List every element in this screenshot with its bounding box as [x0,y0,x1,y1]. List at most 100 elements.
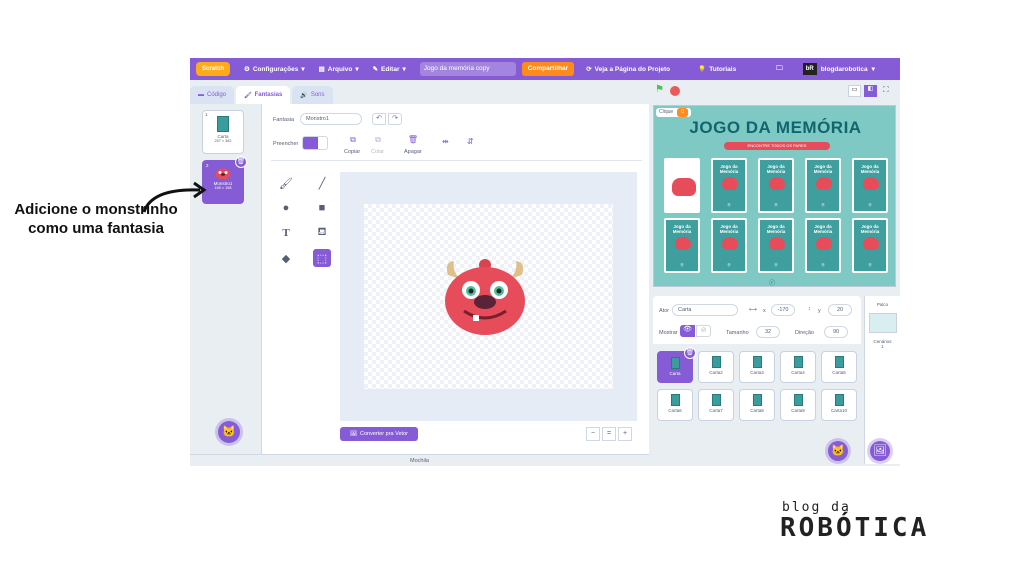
see-project-button[interactable]: ⟳ Veja a Página do Projeto [586,65,670,74]
undo-icon[interactable]: ↶ [372,113,386,125]
tutorials-button[interactable]: 💡 Tutoriais [698,65,736,74]
fill-tool-icon[interactable]: ⛾ [313,224,331,242]
zoom-in-button[interactable]: + [618,427,632,441]
stage-card[interactable]: Jogo da Memória Ⓡ [711,158,747,213]
monster-costume-image[interactable] [440,257,530,337]
choose-sprite-button[interactable]: 🐱 [828,441,848,461]
zoom-out-button[interactable]: − [586,427,600,441]
stage-card[interactable]: Jogo da Memória Ⓡ [805,158,841,213]
sprite-tile[interactable]: Carta2 [698,351,734,383]
sprite-name-input[interactable]: Carta [672,304,738,316]
rectangle-tool-icon[interactable]: ■ [313,199,331,217]
monster-face [675,237,691,250]
paste-button[interactable]: Colar [371,149,384,155]
line-tool-icon[interactable]: ╱ [313,174,331,192]
x-input[interactable]: -170 [771,304,795,316]
sprite-tile[interactable]: Carta8 [739,389,775,421]
choose-costume-button[interactable]: 🐱 [218,421,240,443]
circle-tool-icon[interactable]: ● [277,199,295,217]
green-flag-icon[interactable]: ⚑ [655,84,664,95]
divider [271,160,642,161]
choose-backdrop-button[interactable]: 🖼 [870,441,890,461]
delete-button[interactable]: Apagar [404,149,422,155]
drawing-canvas[interactable] [364,204,613,389]
costume-name-input[interactable]: Monstro1 [300,113,362,125]
my-stuff-button[interactable]: 🗀 [776,64,783,75]
select-tool-icon[interactable]: ⬚ [313,249,331,267]
convert-to-vector-button[interactable]: 🖼 Converter pra Vetor [340,427,418,441]
stage-card[interactable]: Jogo da Memória Ⓡ [758,158,794,213]
user-menu[interactable]: bR blogdarobotica ▾ [802,63,875,75]
trash-icon[interactable]: 🗑 [235,156,247,168]
stage-card[interactable]: Jogo da Memória Ⓡ [852,158,888,213]
show-eye-icon[interactable]: 👁 [680,325,695,337]
monster-face [816,237,832,250]
sprite-tile[interactable]: Carta3 [739,351,775,383]
share-button[interactable]: Compartilhar [521,62,575,76]
refresh-icon: ⟳ [586,66,592,73]
sprite-tile[interactable]: Carta9 [780,389,816,421]
backpack-bar[interactable]: Mochila [190,454,649,466]
annotation-arrow [142,181,207,213]
stage-card[interactable]: Jogo da Memória Ⓡ [805,218,841,273]
monster-face [863,237,879,250]
sprite-thumbnail [752,394,762,406]
tab-code[interactable]: ▬ Código [190,86,235,104]
sprite-tile[interactable]: Carta4 [780,351,816,383]
paste-icon[interactable]: ⧉ [370,135,386,145]
costume-item[interactable]: 1 Carta 257 × 382 [202,110,244,154]
sprite-tile[interactable]: Carta6 [657,389,693,421]
monster-face [722,177,738,190]
menu-bar: Scratch ⚙ Configurações ▾ ▤ Arquivo ▾ ✎ Edita… [190,58,900,80]
copy-button[interactable]: Copiar [344,149,360,155]
tab-sounds[interactable]: 🔊 Sons [292,86,333,104]
lightbulb-icon: 💡 [698,66,707,73]
stage-card[interactable] [664,158,700,213]
trash-icon[interactable]: 🗑 [684,347,696,359]
size-input[interactable]: 32 [756,326,780,338]
avatar: bR [802,63,817,75]
direction-input[interactable]: 90 [824,326,848,338]
menu-edit[interactable]: ✎ Editar ▾ [373,65,406,74]
menu-file[interactable]: ▤ Arquivo ▾ [319,65,359,74]
stage-canvas[interactable]: JOGO DA MEMÓRIA ENCONTRE TODOS OS PARES … [653,105,896,287]
fill-color-picker[interactable] [302,136,328,150]
flip-vertical-icon[interactable]: ⇵ [467,137,474,146]
stage-card[interactable]: Jogo da Memória Ⓡ [852,218,888,273]
delete-icon[interactable]: 🗑 [405,135,421,144]
stage-selector-pane[interactable]: Palco Cenários 1 [864,296,900,464]
y-input[interactable]: 20 [828,304,852,316]
sprite-tile-selected[interactable]: Carta 🗑 [657,347,696,383]
menu-settings[interactable]: ⚙ Configurações ▾ [244,65,305,74]
stage-title: JOGO DA MEMÓRIA [689,118,862,137]
text-tool-icon[interactable]: T [277,224,295,242]
zoom-reset-button[interactable]: = [602,427,616,441]
tab-costumes[interactable]: 🖌 Fantasias [236,86,291,104]
eraser-tool-icon[interactable]: ◆ [277,249,295,267]
brush-tool-icon[interactable]: 🖌 [277,174,295,192]
small-stage-icon[interactable]: ▭ [848,85,861,97]
x-arrow-icon: ⟷ [749,307,757,313]
sprite-thumbnail [834,356,844,368]
project-title-input[interactable]: Jogo da memória copy [419,62,516,76]
sprite-thumbnail [793,394,803,406]
sprite-tile[interactable]: Carta7 [698,389,734,421]
stage-card[interactable]: Jogo da Memória Ⓡ [664,218,700,273]
sprite-thumbnail [670,394,680,406]
redo-icon[interactable]: ↷ [388,113,402,125]
costume-list: 1 Carta 257 × 382 2 🗑 Monstro1 165 × 158 [190,104,262,454]
sprite-tile[interactable]: Carta10 [821,389,857,421]
sprite-tile[interactable]: Carta5 [821,351,857,383]
hide-eye-icon[interactable]: ⊘ [696,325,711,337]
stop-icon[interactable] [670,86,680,96]
backdrop-thumbnail [868,313,897,333]
sprite-thumbnail [834,394,844,406]
large-stage-icon[interactable]: ◧ [864,85,877,97]
stage-card[interactable]: Jogo da Memória Ⓡ [758,218,794,273]
fullscreen-icon[interactable]: ⛶ [883,85,889,95]
scratch-logo[interactable]: Scratch [196,62,230,76]
gear-icon: ⚙ [244,66,250,73]
stage-card[interactable]: Jogo da Memória Ⓡ [711,218,747,273]
copy-icon[interactable]: ⧉ [345,135,361,145]
flip-horizontal-icon[interactable]: ⇹ [442,137,449,146]
